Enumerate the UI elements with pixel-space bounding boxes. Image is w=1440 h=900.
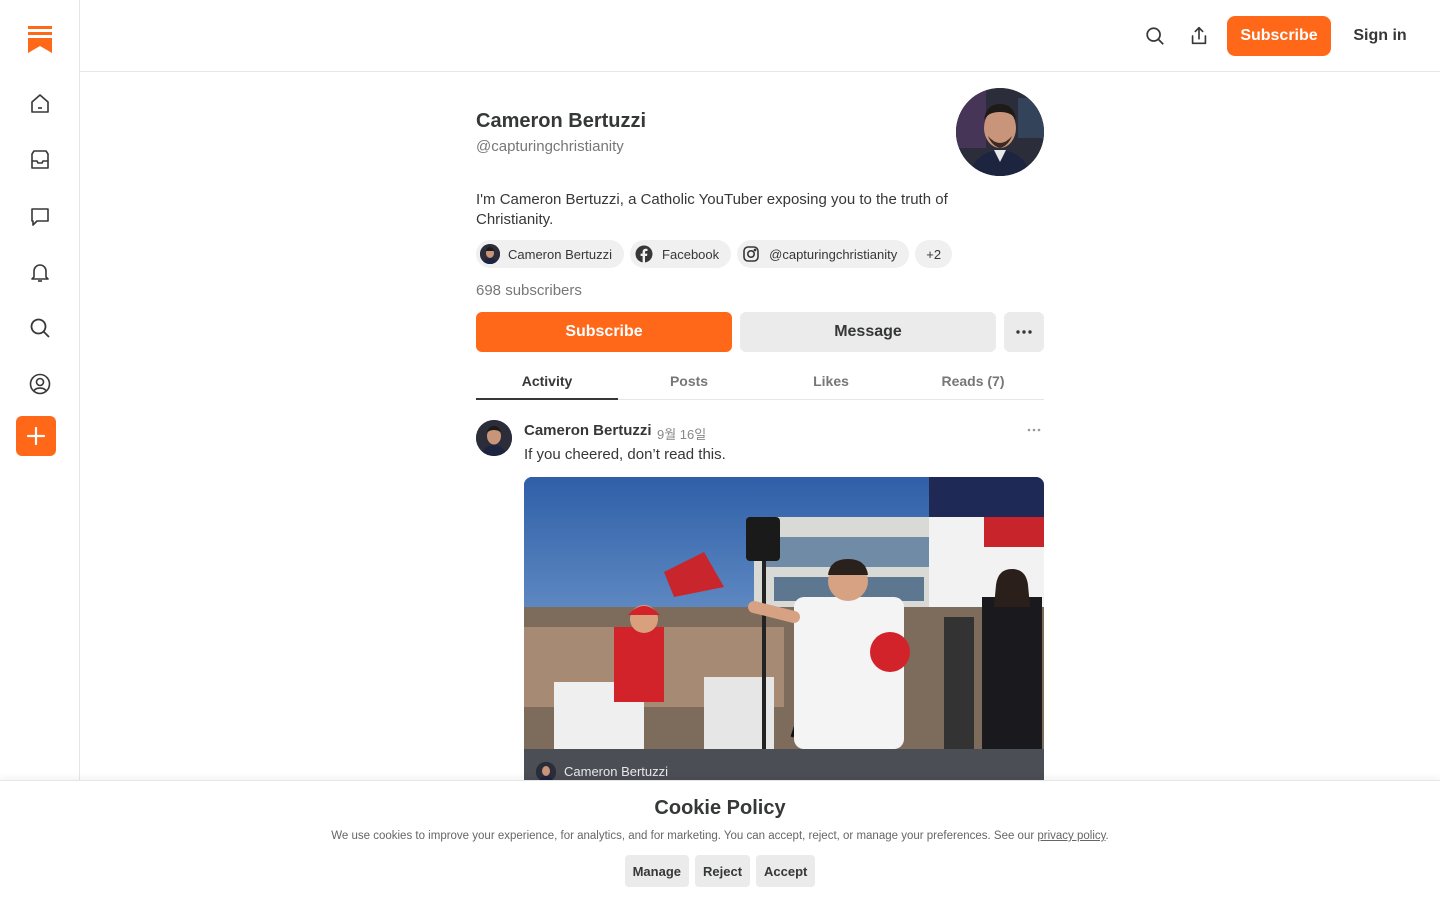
- tab-activity[interactable]: Activity: [476, 364, 618, 400]
- post-avatar[interactable]: [476, 420, 512, 456]
- link-chip-profile[interactable]: Cameron Bertuzzi: [476, 240, 625, 268]
- reject-button[interactable]: Reject: [695, 855, 751, 887]
- cookie-title: Cookie Policy: [654, 797, 786, 819]
- profile-name: Cameron Bertuzzi: [476, 110, 647, 132]
- home-icon[interactable]: [22, 86, 58, 122]
- profile-icon[interactable]: [22, 366, 58, 402]
- sidebar: [0, 0, 80, 900]
- link-chip-instagram[interactable]: @capturingchristianity: [737, 240, 910, 268]
- post-text: If you cheered, don’t read this.: [524, 446, 726, 463]
- accept-button[interactable]: Accept: [756, 855, 816, 887]
- link-label: Facebook: [662, 246, 720, 262]
- cookie-banner: Cookie Policy We use cookies to improve …: [0, 780, 1440, 900]
- profile-subscribe-button[interactable]: Subscribe: [476, 312, 732, 352]
- ellipsis-icon: [1027, 428, 1041, 432]
- message-button[interactable]: Message: [740, 312, 996, 352]
- more-links-chip[interactable]: +2: [915, 240, 953, 268]
- chat-icon[interactable]: [22, 198, 58, 234]
- link-label: @capturingchristianity: [769, 246, 898, 262]
- post-card[interactable]: Cameron Bertuzzi: [524, 477, 1044, 807]
- share-icon[interactable]: [1187, 24, 1211, 48]
- subscribe-button[interactable]: Subscribe: [1227, 16, 1331, 56]
- search-icon[interactable]: [22, 310, 58, 346]
- cookie-text: We use cookies to improve your experienc…: [0, 830, 1440, 842]
- sign-in-button[interactable]: Sign in: [1348, 16, 1412, 56]
- new-post-button[interactable]: [16, 416, 56, 456]
- privacy-policy-link[interactable]: privacy policy: [1037, 830, 1105, 842]
- more-options-button[interactable]: [1004, 312, 1044, 352]
- profile-tabs: Activity Posts Likes Reads (7): [476, 364, 1044, 400]
- profile-handle: @capturingchristianity: [476, 138, 624, 155]
- cookie-text-body: We use cookies to improve your experienc…: [331, 830, 1035, 842]
- cookie-text-period: .: [1105, 830, 1109, 842]
- ellipsis-icon: [1016, 330, 1032, 334]
- post-date: 9월 16일: [657, 427, 707, 442]
- post-author[interactable]: Cameron Bertuzzi: [524, 422, 652, 439]
- inbox-icon[interactable]: [22, 142, 58, 178]
- search-icon[interactable]: [1143, 24, 1167, 48]
- link-label: Cameron Bertuzzi: [508, 246, 613, 262]
- facebook-icon: [634, 244, 654, 264]
- profile-links: Cameron Bertuzzi Facebook @capturingchri…: [476, 240, 953, 268]
- post-card-author: Cameron Bertuzzi: [564, 764, 669, 779]
- cookie-buttons: Manage Reject Accept: [0, 855, 1440, 887]
- plus-icon: [26, 426, 46, 446]
- avatar: [956, 88, 1044, 176]
- avatar-icon: [480, 244, 500, 264]
- substack-logo-icon[interactable]: [28, 26, 52, 54]
- manage-button[interactable]: Manage: [624, 855, 689, 887]
- subscriber-count: 698 subscribers: [476, 282, 582, 299]
- profile-bio: I'm Cameron Bertuzzi, a Catholic YouTube…: [476, 191, 948, 228]
- bell-icon[interactable]: [22, 254, 58, 290]
- top-bar: Subscribe Sign in: [80, 0, 1440, 72]
- avatar: [536, 762, 556, 782]
- post-image: [524, 477, 1044, 749]
- tab-posts[interactable]: Posts: [618, 364, 760, 398]
- link-chip-facebook[interactable]: Facebook: [630, 240, 732, 268]
- instagram-icon: [741, 244, 761, 264]
- post-menu-button[interactable]: [1026, 422, 1042, 438]
- tab-likes[interactable]: Likes: [760, 364, 902, 398]
- tab-reads[interactable]: Reads (7): [902, 364, 1044, 398]
